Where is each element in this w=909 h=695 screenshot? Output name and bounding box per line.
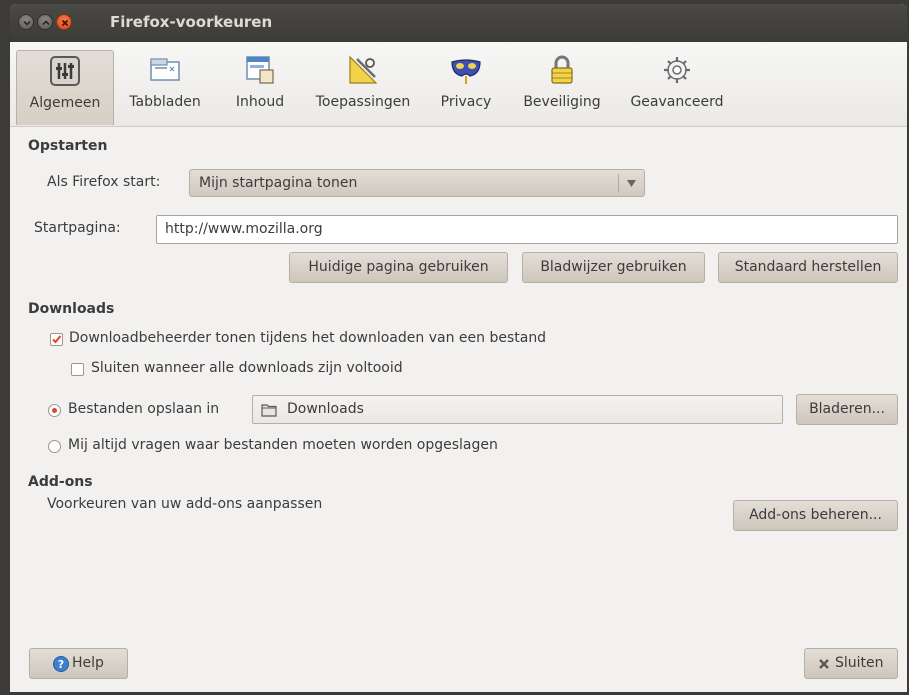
- tab-label: Algemeen: [29, 95, 101, 111]
- tabs-icon: [150, 58, 180, 81]
- when-starts-select[interactable]: Mijn startpagina tonen: [189, 169, 645, 197]
- dropdown-arrow-icon: [627, 180, 636, 187]
- checkmark-icon: [52, 335, 62, 344]
- tab-privacy[interactable]: Privacy: [432, 50, 500, 124]
- always-ask-label: Mij altijd vragen waar bestanden moeten …: [68, 437, 498, 453]
- save-to-label: Bestanden opslaan in: [68, 401, 220, 417]
- save-to-folder-radio[interactable]: [48, 404, 61, 417]
- always-ask-radio[interactable]: [48, 440, 61, 453]
- padlock-icon: [551, 55, 573, 84]
- homepage-label: Startpagina:: [34, 220, 121, 236]
- tab-toepassingen[interactable]: Toepassingen: [306, 50, 420, 124]
- close-button[interactable]: Sluiten: [804, 648, 898, 679]
- close-icon: [61, 19, 69, 27]
- homepage-input[interactable]: http://www.mozilla.org: [156, 215, 898, 244]
- general-icon: [50, 56, 80, 86]
- startup-heading: Opstarten: [28, 138, 108, 154]
- combo-separator: [618, 174, 619, 193]
- tab-label: Toepassingen: [315, 94, 411, 110]
- help-button[interactable]: ? Help: [29, 648, 128, 679]
- tab-inhoud[interactable]: Inhoud: [226, 50, 294, 124]
- show-download-manager-label: Downloadbeheerder tonen tijdens het down…: [69, 330, 547, 346]
- tab-label: Geavanceerd: [630, 94, 724, 110]
- manage-addons-button[interactable]: Add-ons beheren...: [733, 500, 898, 531]
- close-window-button[interactable]: [56, 14, 72, 30]
- show-download-manager-checkbox[interactable]: [50, 333, 63, 346]
- download-folder-value: Downloads: [287, 401, 364, 417]
- tab-tabbladen[interactable]: Tabbladen: [116, 50, 214, 124]
- preference-tabs: Algemeen Tabbladen Inhoud Toepassingen P…: [10, 42, 907, 127]
- download-folder-field[interactable]: Downloads: [252, 395, 783, 424]
- help-icon: ?: [53, 656, 69, 672]
- tab-label: Tabbladen: [129, 94, 201, 110]
- preferences-window: Firefox-voorkeuren Algemeen Tabbladen In…: [10, 4, 907, 692]
- svg-text:?: ?: [58, 658, 64, 671]
- when-starts-label: Als Firefox start:: [47, 174, 161, 190]
- tab-geavanceerd[interactable]: Geavanceerd: [622, 50, 732, 124]
- chevron-up-icon: [42, 20, 50, 26]
- minimize-button[interactable]: [18, 14, 34, 30]
- title-bar: Firefox-voorkeuren: [10, 4, 907, 42]
- maximize-button[interactable]: [37, 14, 53, 30]
- close-icon: [819, 659, 829, 669]
- restore-default-button[interactable]: Standaard herstellen: [718, 252, 898, 283]
- when-starts-value: Mijn startpagina tonen: [199, 175, 358, 191]
- applications-icon: [349, 55, 378, 84]
- help-label: Help: [72, 655, 104, 671]
- downloads-heading: Downloads: [28, 301, 115, 317]
- tab-label: Privacy: [440, 94, 492, 110]
- tab-label: Beveiliging: [523, 94, 601, 110]
- close-label: Sluiten: [835, 655, 884, 671]
- privacy-mask-icon: [451, 59, 481, 84]
- use-current-page-button[interactable]: Huidige pagina gebruiken: [289, 252, 508, 283]
- content-icon: [246, 56, 274, 84]
- homepage-value: http://www.mozilla.org: [165, 221, 323, 237]
- tab-beveiliging[interactable]: Beveiliging: [510, 50, 614, 124]
- folder-icon: [261, 404, 277, 417]
- use-bookmark-button[interactable]: Bladwijzer gebruiken: [522, 252, 705, 283]
- chevron-down-icon: [23, 20, 31, 26]
- window-title: Firefox-voorkeuren: [110, 13, 273, 31]
- addons-description: Voorkeuren van uw add-ons aanpassen: [47, 496, 323, 512]
- tab-label: Inhoud: [235, 94, 285, 110]
- gear-icon: [664, 57, 690, 83]
- browse-button[interactable]: Bladeren...: [796, 394, 898, 425]
- close-when-done-checkbox[interactable]: [71, 363, 84, 376]
- addons-heading: Add-ons: [28, 474, 93, 490]
- close-when-done-label: Sluiten wanneer alle downloads zijn volt…: [91, 360, 403, 376]
- tab-algemeen[interactable]: Algemeen: [16, 50, 114, 125]
